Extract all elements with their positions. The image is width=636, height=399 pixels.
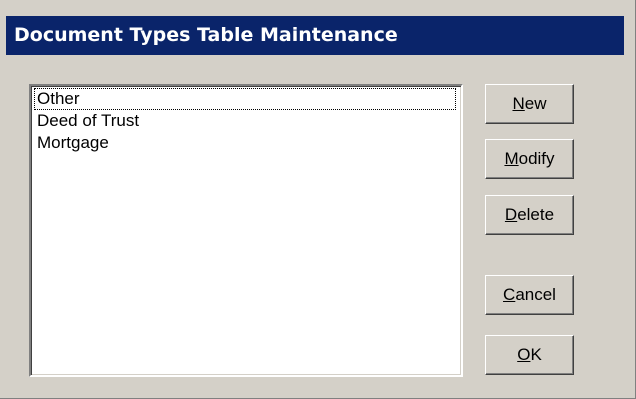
dialog-window: Document Types Table Maintenance Other D… (0, 0, 636, 399)
document-types-list[interactable]: Other Deed of Trust Mortgage (29, 84, 463, 377)
ok-button[interactable]: OK (485, 335, 574, 375)
new-button-mnemonic: N (512, 94, 525, 113)
delete-button-mnemonic: D (504, 205, 518, 224)
modify-button-mnemonic: M (504, 149, 519, 168)
list-item-other[interactable]: Other (34, 88, 456, 110)
list-item-mortgage[interactable]: Mortgage (34, 132, 456, 154)
ok-button-mnemonic: O (517, 345, 531, 364)
new-button-label: ew (524, 94, 547, 113)
modify-button[interactable]: Modify (485, 139, 574, 179)
cancel-button-label: ancel (515, 285, 556, 304)
cancel-button[interactable]: Cancel (485, 275, 574, 315)
delete-button-label: elete (517, 205, 555, 224)
modify-button-label: odify (518, 149, 555, 168)
new-button[interactable]: New (485, 84, 574, 124)
list-item-deed-of-trust[interactable]: Deed of Trust (34, 110, 456, 132)
ok-button-label: K (530, 345, 542, 364)
delete-button[interactable]: Delete (485, 195, 574, 235)
dialog-title: Document Types Table Maintenance (6, 16, 624, 55)
cancel-button-mnemonic: C (503, 285, 516, 304)
